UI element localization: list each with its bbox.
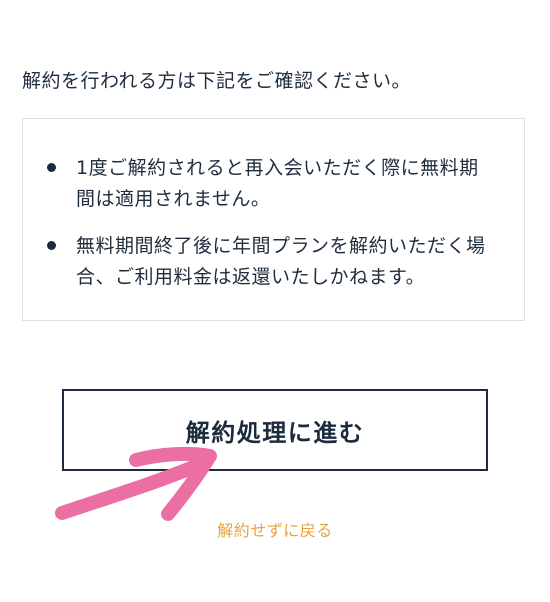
notice-list: 1度ご解約されると再入会いただく際に無料期間は適用されません。 無料期間終了後に… [23,153,524,309]
notice-item: 1度ご解約されると再入会いただく際に無料期間は適用されません。 [23,153,524,215]
notice-item: 無料期間終了後に年間プランを解約いただく場合、ご利用料金は返還いたしかねます。 [23,231,524,293]
notice-box: 1度ご解約されると再入会いただく際に無料期間は適用されません。 無料期間終了後に… [22,118,525,321]
proceed-cancellation-button[interactable]: 解約処理に進む [62,389,488,471]
intro-text: 解約を行われる方は下記をご確認ください。 [22,70,412,92]
back-without-cancelling-link[interactable]: 解約せずに戻る [0,517,550,541]
notice-text: 1度ご解約されると再入会いただく際に無料期間は適用されません。 [76,157,479,210]
bullet-icon [47,163,56,172]
bullet-icon [47,241,56,250]
notice-text: 無料期間終了後に年間プランを解約いただく場合、ご利用料金は返還いたしかねます。 [76,235,486,288]
